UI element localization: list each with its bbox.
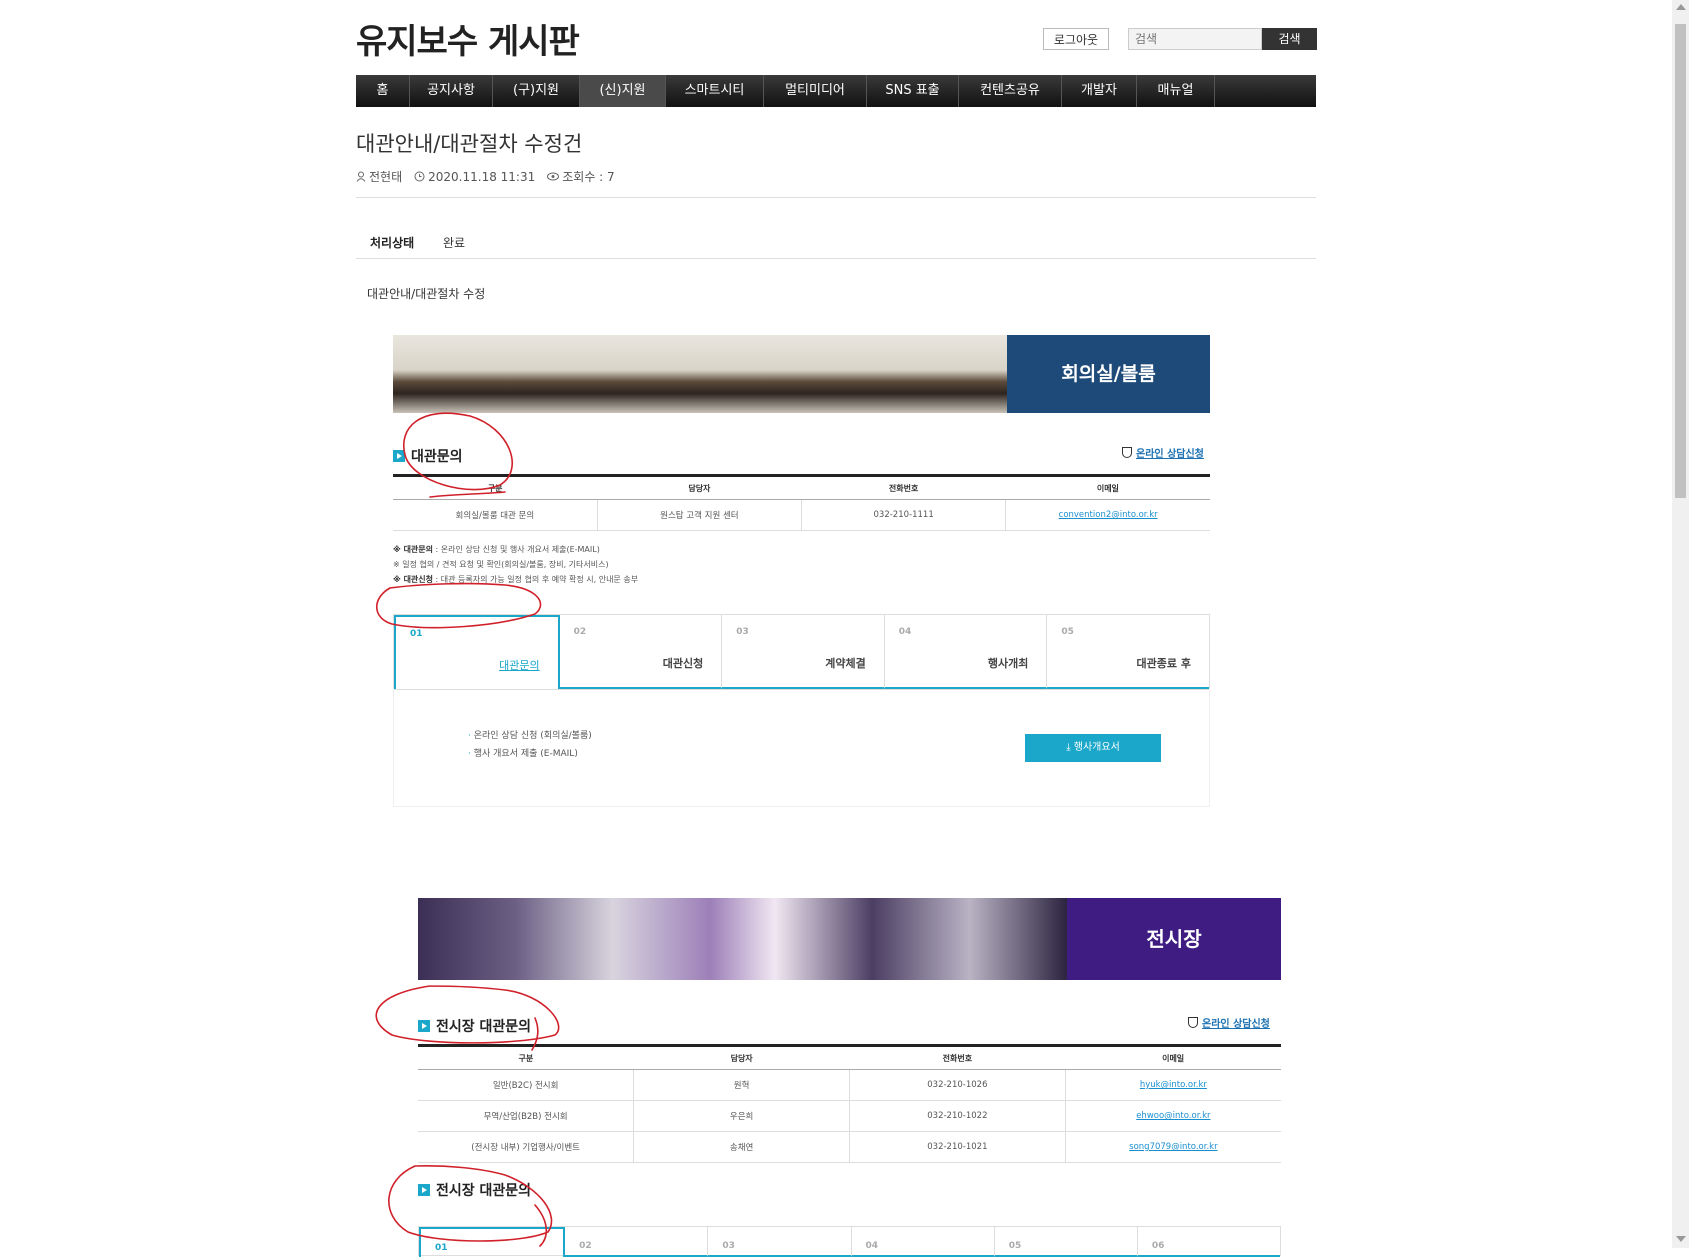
- annotation-overlay: [375, 412, 560, 1247]
- annotation-circle: [375, 582, 542, 629]
- annotation-circle: [375, 985, 560, 1051]
- scrollbar-thumb[interactable]: [1675, 24, 1686, 498]
- scroll-down-arrow-icon[interactable]: [1676, 1236, 1686, 1242]
- annotation-circle: [388, 1165, 553, 1247]
- scroll-up-arrow-icon[interactable]: [1676, 4, 1686, 10]
- annotation-circle: [403, 412, 513, 498]
